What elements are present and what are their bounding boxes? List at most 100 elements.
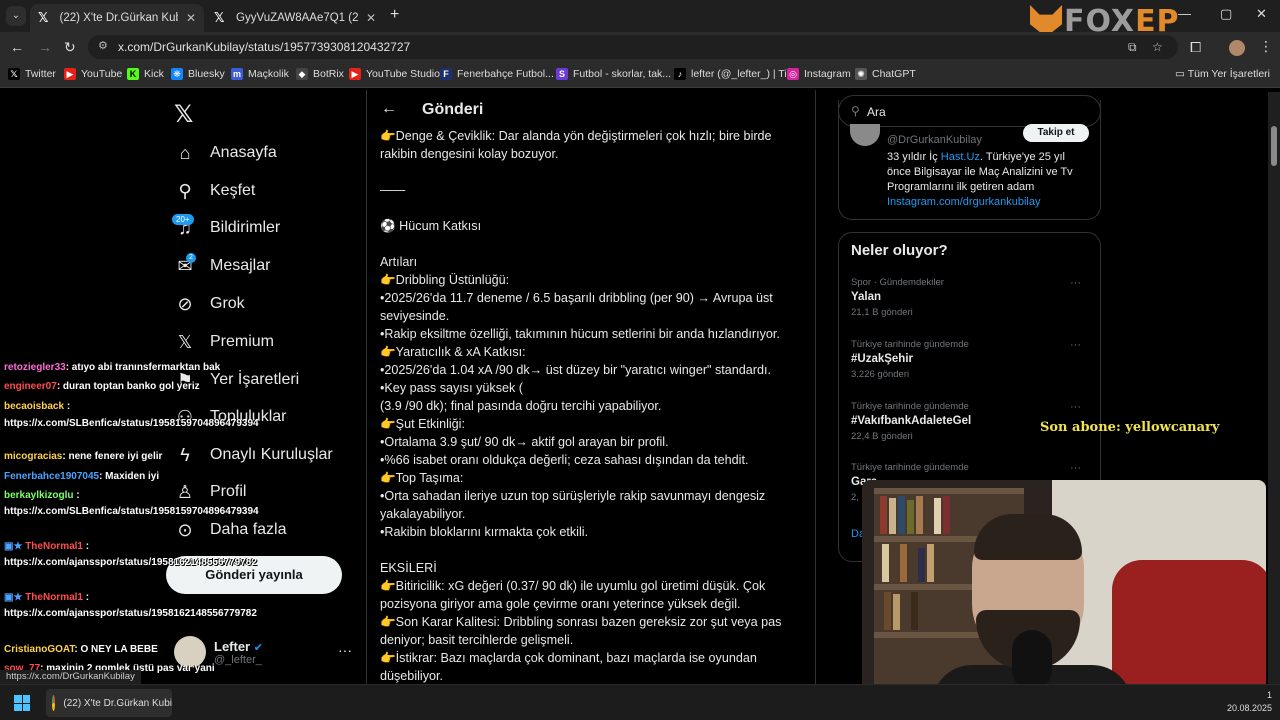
tab-label: (22) X'te Dr.Gürkan Kubilay: "De — [59, 12, 178, 24]
bookmark-kick[interactable]: K Kick — [127, 68, 164, 80]
tweet-line: •Key pass sayısı yüksek ( — [380, 381, 523, 395]
tweet-line: •2025/26'da 1.04 xA /90 dk→ üst düzey bi… — [380, 363, 771, 377]
trend-item[interactable]: Spor · Gündemdekiler Yalan 21,1 B gönder… — [851, 277, 1087, 318]
tweet-line: •Orta sahadan ileriye uzun top sürüşleri… — [380, 489, 766, 503]
bookmark-mackolik[interactable]: m Maçkolik — [231, 68, 289, 80]
gaming-chair — [1112, 560, 1266, 704]
nav-grok[interactable]: ⊘ Grok — [174, 289, 244, 319]
bookmark-instagram[interactable]: ◎ Instagram — [787, 68, 851, 80]
address-url[interactable]: x.com/DrGurkanKubilay/status/19577393081… — [118, 40, 410, 54]
new-tab-button[interactable]: + — [390, 6, 399, 24]
tweet-line: pozisyona giriyor ama gole çevirme oranı… — [380, 597, 741, 611]
follow-button[interactable]: Takip et — [1023, 124, 1089, 142]
search-icon: ⚲ — [178, 180, 192, 201]
tab-image[interactable]: 𝕏 GyyVuZAW8AAe7Q1 (2160×27 ✕ — [206, 4, 386, 32]
bookmark-chatgpt[interactable]: ✺ ChatGPT — [855, 68, 916, 80]
tweet-line: 👉Top Taşıma: — [380, 471, 464, 485]
more-dots-icon[interactable]: ··· — [1070, 462, 1081, 474]
status-link-preview: https://x.com/DrGurkanKubilay — [0, 670, 141, 684]
address-bar[interactable]: ⚙ x.com/DrGurkanKubilay/status/195773930… — [88, 35, 1178, 59]
badge-icon: ▣★ — [4, 541, 26, 552]
close-window-icon[interactable]: ✕ — [1256, 6, 1267, 22]
site-info-icon[interactable]: ⚙ — [98, 39, 108, 52]
bookmark-lefter[interactable]: ♪ lefter (@_lefter_) | Ti... — [674, 68, 795, 80]
tweet-line: —— — [380, 183, 406, 197]
more-dots-icon[interactable]: ··· — [1070, 401, 1081, 413]
bookmark-fenerbahce[interactable]: F Fenerbahçe Futbol... — [440, 68, 554, 80]
chat-message: berkaylkizoglu : — [4, 490, 80, 501]
bookmark-bluesky[interactable]: ❋ Bluesky — [171, 68, 225, 80]
tab-search-icon[interactable]: ⌄ — [6, 6, 26, 26]
chat-message: Fenerbahce1907045: Maxiden iyi — [4, 471, 160, 482]
tweet-line: 👉Bitiricilik: xG değeri (0.37/ 90 dk) il… — [380, 579, 766, 593]
browser-menu-icon[interactable]: ⋮ — [1259, 38, 1273, 55]
nav-premium[interactable]: 𝕏 Premium — [174, 327, 274, 357]
chat-message: https://x.com/SLBenfica/status/195815970… — [4, 418, 259, 429]
extensions-icon[interactable]: ⧠ — [1190, 39, 1201, 56]
system-clock[interactable]: 1 20.08.2025 — [1227, 689, 1272, 715]
tweet-line: 👉Dribbling Üstünlüğü: — [380, 273, 510, 287]
install-app-icon[interactable]: ⧉ — [1128, 40, 1137, 55]
bookmark-youtube[interactable]: ▶ YouTube — [64, 68, 122, 80]
webcam-feed — [862, 480, 1266, 704]
all-bookmarks-folder[interactable]: ▭ Tüm Yer İşaretleri — [1175, 68, 1270, 80]
close-icon[interactable]: ✕ — [186, 11, 196, 25]
x-logo-icon[interactable]: 𝕏 — [174, 100, 193, 129]
windows-start-icon[interactable] — [14, 695, 30, 711]
nav-verified-orgs[interactable]: ϟ Onaylı Kuruluşlar — [174, 440, 332, 470]
x-premium-icon: 𝕏 — [177, 331, 193, 352]
trend-item[interactable]: Türkiye tarihinde gündemde #UzakŞehir 3.… — [851, 339, 1087, 380]
home-icon: ⌂ — [179, 142, 191, 163]
bookmark-youtube-studio[interactable]: ▶ YouTube Studio — [349, 68, 440, 80]
more-circle-icon: ⊙ — [177, 519, 193, 540]
tweet-line: 👉Yaratıcılık & xA Katkısı: — [380, 345, 526, 359]
bookmark-botrix[interactable]: ◆ BotRix — [296, 68, 344, 80]
maximize-icon[interactable]: ▢ — [1220, 6, 1232, 22]
tweet-line: yakalayabiliyor. — [380, 507, 466, 521]
tweet-line: •2025/26'da 11.7 deneme / 6.5 başarılı d… — [380, 291, 773, 305]
close-icon[interactable]: ✕ — [366, 11, 376, 25]
more-dots-icon[interactable]: ··· — [338, 642, 352, 658]
tweet-line: 👉İstikrar: Bazı maçlarda çok dominant, b… — [380, 651, 757, 665]
tweet-line: EKSİLERİ — [380, 561, 437, 575]
tab-active[interactable]: 𝕏 (22) X'te Dr.Gürkan Kubilay: "De ✕ — [30, 4, 204, 32]
nav-explore[interactable]: ⚲ Keşfet — [174, 176, 255, 206]
tweet-line: 👉Denge & Çeviklik: Dar alanda yön değişt… — [380, 129, 772, 143]
lightning-icon: ϟ — [180, 444, 190, 465]
minimize-icon[interactable]: — — [1178, 6, 1191, 21]
tweet-line: Artıları — [380, 255, 418, 269]
back-icon[interactable]: ← — [10, 39, 24, 55]
bio-url-link[interactable]: Instagram.com/drgurkankubilay — [887, 196, 1040, 208]
browser-profile-avatar[interactable] — [1229, 40, 1245, 56]
profile-handle[interactable]: @DrGurkanKubilay — [887, 134, 982, 146]
bio-link[interactable]: Hast.Uz — [941, 151, 980, 163]
account-handle: @_lefter_ — [214, 653, 262, 666]
bookmark-twitter[interactable]: 𝕏 Twitter — [8, 68, 56, 80]
tab-label: GyyVuZAW8AAe7Q1 (2160×27 — [236, 12, 358, 24]
tweet-line: 👉Son Karar Kalitesi: Dribbling sonrası b… — [380, 615, 782, 629]
more-dots-icon[interactable]: ··· — [1070, 277, 1081, 289]
page-scrollbar[interactable] — [1268, 92, 1280, 684]
back-arrow-icon[interactable]: ← — [381, 100, 397, 118]
reload-icon[interactable]: ↻ — [64, 39, 76, 56]
latest-subscriber-label: Son abone: yellowcanary — [1040, 420, 1220, 435]
forward-icon[interactable]: → — [38, 39, 52, 55]
taskbar-chrome-app[interactable]: (22) X'te Dr.Gürkan Kubi — [46, 689, 172, 717]
chat-message: retoziegler33: atıyo abi tranınsfermarkt… — [4, 362, 221, 373]
chat-message: ▣★ TheNormal1 : — [4, 592, 90, 603]
more-dots-icon[interactable]: ··· — [1070, 339, 1081, 351]
trends-title: Neler oluyor? — [851, 242, 948, 259]
chat-message: https://x.com/SLBenfica/status/195815970… — [4, 506, 259, 517]
chrome-icon — [52, 695, 56, 711]
page-title: Gönderi — [422, 101, 484, 118]
scrollbar-thumb[interactable] — [1271, 126, 1277, 166]
bookmark-star-icon[interactable]: ☆ — [1152, 40, 1163, 54]
microphone — [1012, 630, 1052, 690]
bookmark-futbol[interactable]: S Futbol - skorlar, tak... — [556, 68, 671, 80]
chat-message: https://x.com/ajansspor/status/195816214… — [4, 608, 257, 619]
tweet-line: düşebiliyor. — [380, 669, 444, 683]
tweet-body: 👉Denge & Çeviklik: Dar alanda yön değişt… — [380, 127, 805, 684]
tweet-line: 👉Şut Etkinliği: — [380, 417, 465, 431]
nav-profile[interactable]: ♙ Profil — [174, 477, 247, 507]
nav-home[interactable]: ⌂ Anasayfa — [174, 138, 277, 168]
